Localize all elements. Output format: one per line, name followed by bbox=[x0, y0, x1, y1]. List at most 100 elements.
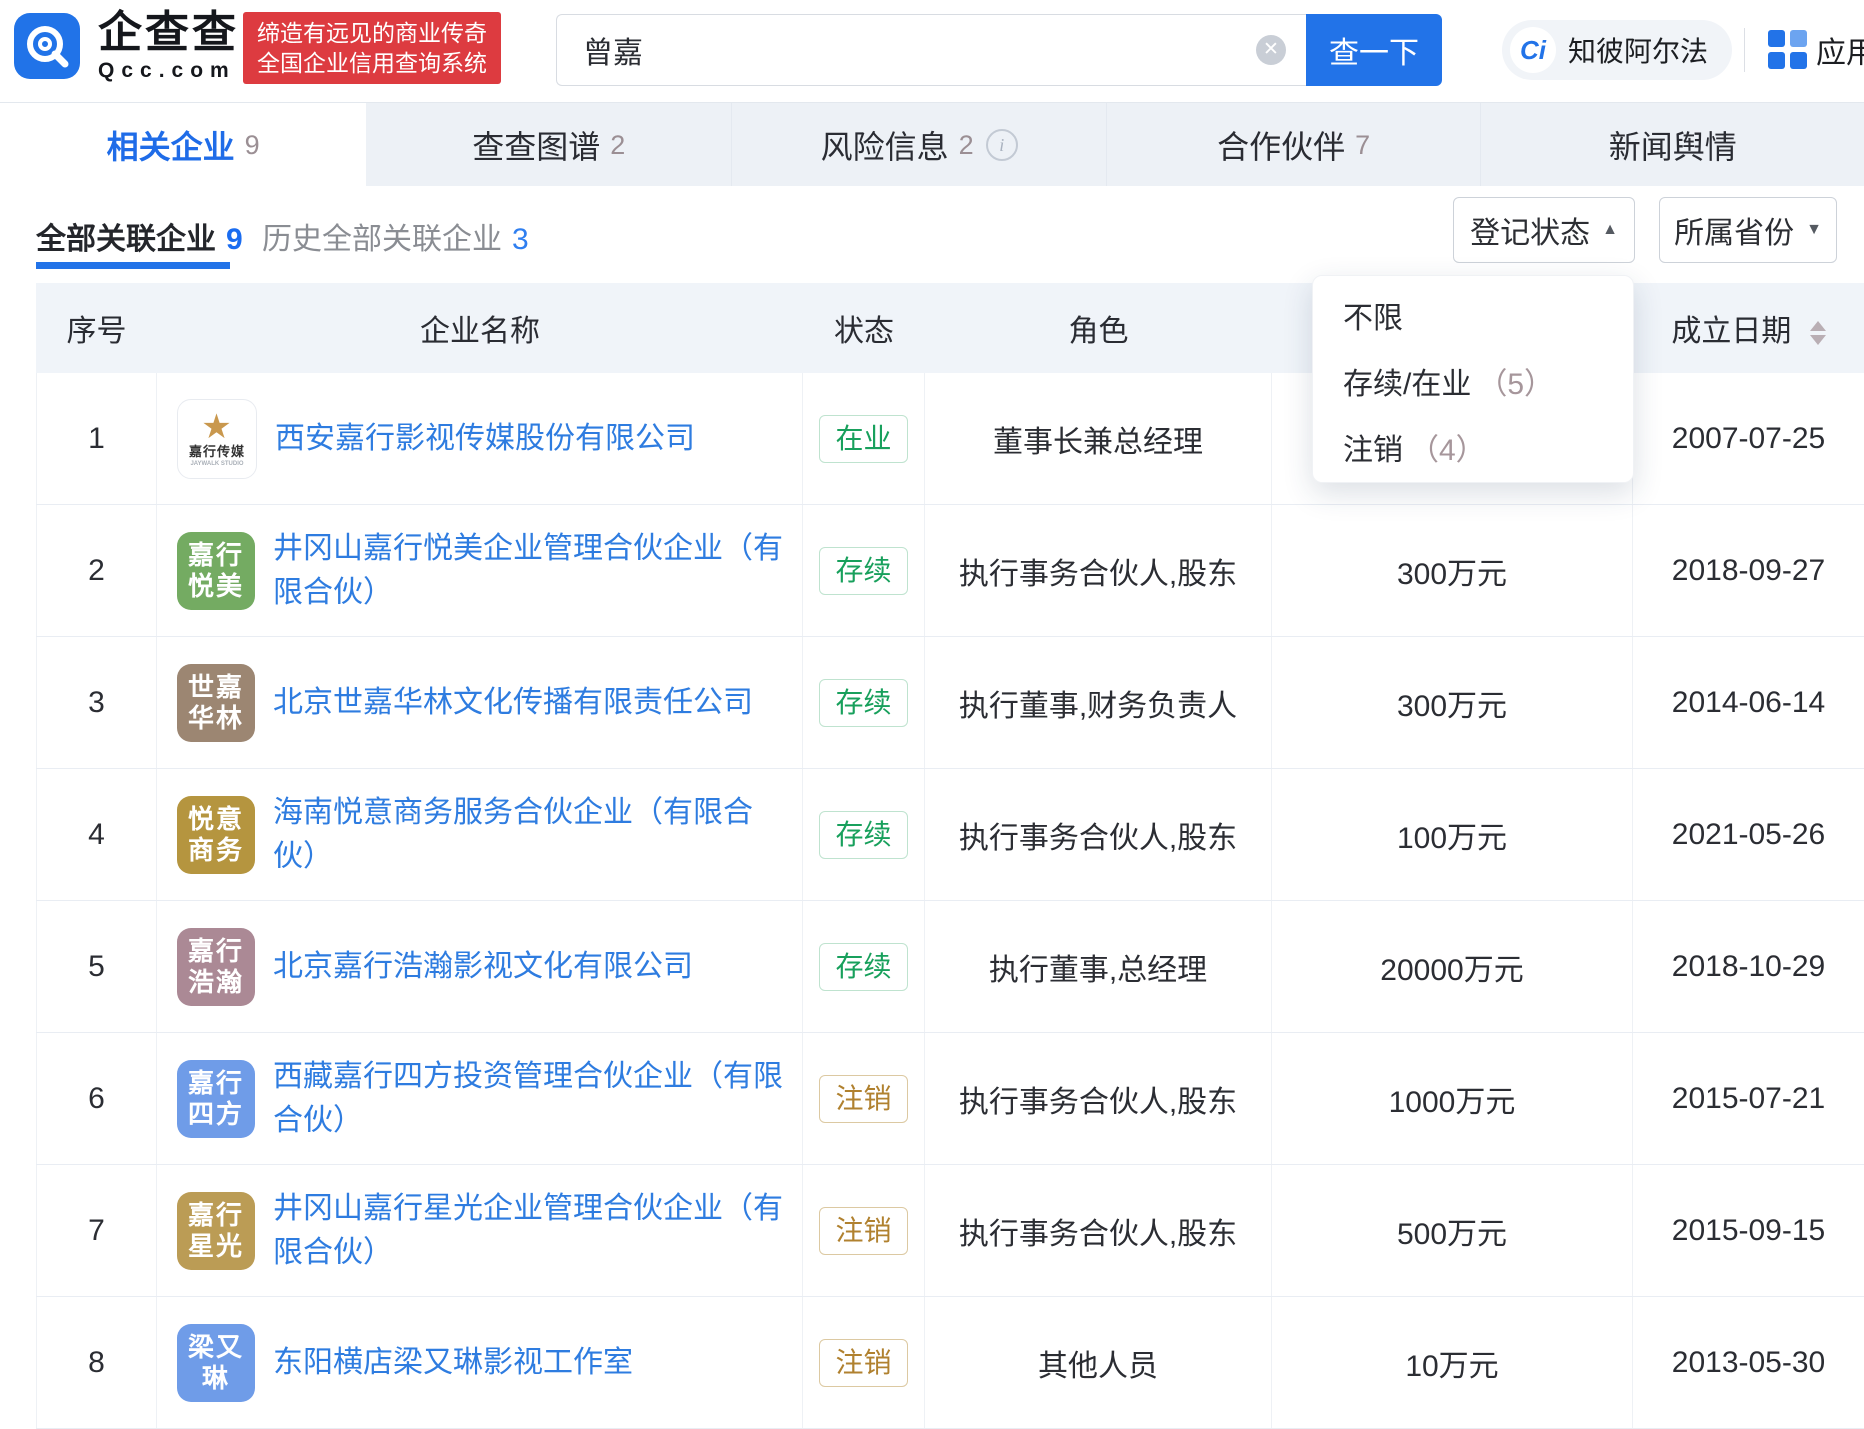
tab-partners[interactable]: 合作伙伴 7 bbox=[1105, 103, 1480, 187]
date-cell: 2013-05-30 bbox=[1671, 1345, 1826, 1379]
table-row: 4 ★ 悦意 商务 海南悦意商务服务合伙企业（有限合伙） 存续 执行事务合伙人,… bbox=[36, 769, 1864, 901]
status-badge: 存续 bbox=[819, 546, 908, 595]
info-icon[interactable]: i bbox=[985, 129, 1018, 161]
logo-line1: 嘉行 bbox=[187, 1067, 244, 1098]
tab-news[interactable]: 新闻舆情 bbox=[1480, 103, 1864, 187]
tab-label: 相关企业 bbox=[106, 129, 235, 165]
company-name-link[interactable]: 北京世嘉华林文化传播有限责任公司 bbox=[273, 681, 753, 725]
company-name-link[interactable]: 东阳横店梁又琳影视工作室 bbox=[273, 1341, 633, 1385]
header-date[interactable]: 成立日期 bbox=[1633, 306, 1864, 350]
search-input[interactable] bbox=[556, 14, 1306, 86]
subtab-count: 9 bbox=[226, 223, 243, 256]
logo-line1: 嘉行 bbox=[187, 935, 244, 966]
company-logo: ★ 世嘉 华林 bbox=[177, 663, 255, 742]
header-role: 角色 bbox=[1068, 315, 1129, 348]
company-cell: ★ 梁又 琳 东阳横店梁又琳影视工作室 bbox=[157, 1297, 803, 1428]
table-row: 6 ★ 嘉行 四方 西藏嘉行四方投资管理合伙企业（有限合伙） 注销 执行事务合伙… bbox=[36, 1033, 1864, 1165]
row-number: 5 bbox=[36, 901, 157, 1032]
sub-tab-bar: 全部关联企业 9 历史全部关联企业 3 登记状态 ▲ 所属省份 ▼ bbox=[0, 186, 1864, 283]
search-button[interactable]: 查一下 bbox=[1306, 14, 1442, 86]
company-logo: ★ 嘉行 浩瀚 bbox=[177, 927, 255, 1006]
filter-label: 所属省份 bbox=[1674, 217, 1795, 250]
filter-label: 登记状态 bbox=[1470, 217, 1591, 250]
dropdown-option-active[interactable]: 存续/在业 （5） bbox=[1313, 348, 1633, 414]
status-cell: 存续 bbox=[803, 505, 925, 636]
tab-count: 2 bbox=[610, 129, 626, 160]
logo-line1: 嘉行 bbox=[187, 1199, 244, 1230]
logo-line2: 四方 bbox=[187, 1098, 244, 1129]
registration-status-dropdown: 不限 存续/在业 （5） 注销 （4） bbox=[1312, 275, 1634, 483]
page-header: 企查查 Qcc.com 缔造有远见的商业传奇 全国企业信用查询系统 ✕ 查一下 … bbox=[0, 0, 1864, 102]
header-status: 状态 bbox=[834, 315, 894, 348]
subtab-history-related[interactable]: 历史全部关联企业 3 bbox=[262, 214, 529, 258]
logo-line2: 华林 bbox=[187, 702, 244, 733]
role-cell: 执行事务合伙人,股东 bbox=[925, 769, 1272, 900]
header-company-name: 企业名称 bbox=[420, 315, 540, 348]
role-cell: 执行董事,财务负责人 bbox=[925, 637, 1272, 768]
qcc-logo-icon[interactable] bbox=[14, 13, 80, 79]
company-name-link[interactable]: 海南悦意商务服务合伙企业（有限合伙） bbox=[273, 791, 793, 879]
company-name-link[interactable]: 井冈山嘉行悦美企业管理合伙企业（有限合伙） bbox=[273, 527, 793, 615]
qcc-wordmark: 企查查 Qcc.com bbox=[98, 8, 248, 84]
filter-registration-status[interactable]: 登记状态 ▲ bbox=[1453, 197, 1635, 263]
option-count: （5） bbox=[1477, 368, 1555, 401]
company-logo: ★ 嘉行 悦美 bbox=[177, 531, 255, 610]
subtab-count: 3 bbox=[512, 223, 529, 256]
logo-line1: 嘉行 bbox=[187, 539, 244, 570]
company-name-link[interactable]: 井冈山嘉行星光企业管理合伙企业（有限合伙） bbox=[273, 1187, 793, 1275]
clear-icon[interactable]: ✕ bbox=[1256, 35, 1286, 65]
table-row: 5 ★ 嘉行 浩瀚 北京嘉行浩瀚影视文化有限公司 存续 执行董事,总经理 200… bbox=[36, 901, 1864, 1033]
capital-cell: 300万元 bbox=[1272, 505, 1633, 636]
logo-text-en: Qcc.com bbox=[98, 59, 236, 82]
tab-label: 新闻舆情 bbox=[1608, 129, 1737, 165]
company-cell: ★ 嘉行 浩瀚 北京嘉行浩瀚影视文化有限公司 bbox=[157, 901, 803, 1032]
role-cell: 执行事务合伙人,股东 bbox=[925, 505, 1272, 636]
table-body: 1 ★ 嘉行传媒 JAYWALK STUDIO 西安嘉行影视传媒股份有限公司 在… bbox=[36, 373, 1864, 1429]
table-row: 8 ★ 梁又 琳 东阳横店梁又琳影视工作室 注销 其他人员 10万元 2013-… bbox=[36, 1297, 1864, 1429]
role-cell: 执行事务合伙人,股东 bbox=[925, 1033, 1272, 1164]
row-number: 2 bbox=[36, 505, 157, 636]
apps-button[interactable]: 应用 bbox=[1768, 28, 1864, 72]
company-name-link[interactable]: 北京嘉行浩瀚影视文化有限公司 bbox=[273, 945, 693, 989]
zhibi-alpha-button[interactable]: Ci 知彼阿尔法 bbox=[1502, 20, 1733, 80]
tab-count: 2 bbox=[958, 129, 974, 160]
row-number: 6 bbox=[36, 1033, 157, 1164]
date-cell: 2007-07-25 bbox=[1671, 421, 1826, 455]
header-divider bbox=[1744, 28, 1745, 72]
logo-caption: JAYWALK STUDIO bbox=[190, 460, 244, 467]
tab-risk-info[interactable]: 风险信息 2 i bbox=[731, 103, 1105, 187]
dropdown-option-cancelled[interactable]: 注销 （4） bbox=[1313, 414, 1633, 480]
company-cell: ★ 悦意 商务 海南悦意商务服务合伙企业（有限合伙） bbox=[157, 769, 803, 900]
tab-count: 7 bbox=[1355, 129, 1371, 160]
status-cell: 注销 bbox=[803, 1033, 925, 1164]
logo-line2: 星光 bbox=[187, 1230, 244, 1261]
sort-icon[interactable] bbox=[1809, 321, 1826, 346]
subtab-label: 历史全部关联企业 bbox=[262, 223, 502, 256]
capital-cell: 1000万元 bbox=[1272, 1033, 1633, 1164]
date-cell: 2021-05-26 bbox=[1671, 817, 1826, 851]
logo-line2: 琳 bbox=[201, 1362, 230, 1393]
row-number: 4 bbox=[36, 769, 157, 900]
tab-label: 查查图谱 bbox=[472, 129, 601, 165]
company-name-link[interactable]: 西藏嘉行四方投资管理合伙企业（有限合伙） bbox=[273, 1055, 793, 1143]
option-label: 存续/在业 bbox=[1343, 368, 1472, 401]
company-cell: ★ 嘉行 四方 西藏嘉行四方投资管理合伙企业（有限合伙） bbox=[157, 1033, 803, 1164]
status-badge: 存续 bbox=[819, 810, 908, 859]
tab-chacha-graph[interactable]: 查查图谱 2 bbox=[366, 103, 731, 187]
date-cell: 2018-10-29 bbox=[1671, 949, 1826, 983]
status-badge: 注销 bbox=[819, 1206, 908, 1255]
tab-label: 风险信息 bbox=[820, 129, 949, 165]
tab-related-companies[interactable]: 相关企业 9 bbox=[0, 103, 367, 187]
filter-province[interactable]: 所属省份 ▼ bbox=[1659, 197, 1837, 263]
dropdown-option-unlimited[interactable]: 不限 bbox=[1313, 282, 1633, 348]
alpha-logo-icon: Ci bbox=[1510, 27, 1556, 73]
company-name-link[interactable]: 西安嘉行影视传媒股份有限公司 bbox=[275, 417, 695, 461]
alpha-label: 知彼阿尔法 bbox=[1568, 36, 1709, 67]
status-cell: 在业 bbox=[803, 373, 925, 504]
caret-down-icon: ▼ bbox=[1806, 221, 1822, 238]
status-cell: 注销 bbox=[803, 1297, 925, 1428]
status-badge: 在业 bbox=[819, 414, 908, 463]
subtab-all-related[interactable]: 全部关联企业 9 bbox=[36, 214, 243, 258]
status-badge: 存续 bbox=[819, 678, 908, 727]
status-badge: 存续 bbox=[819, 942, 908, 991]
